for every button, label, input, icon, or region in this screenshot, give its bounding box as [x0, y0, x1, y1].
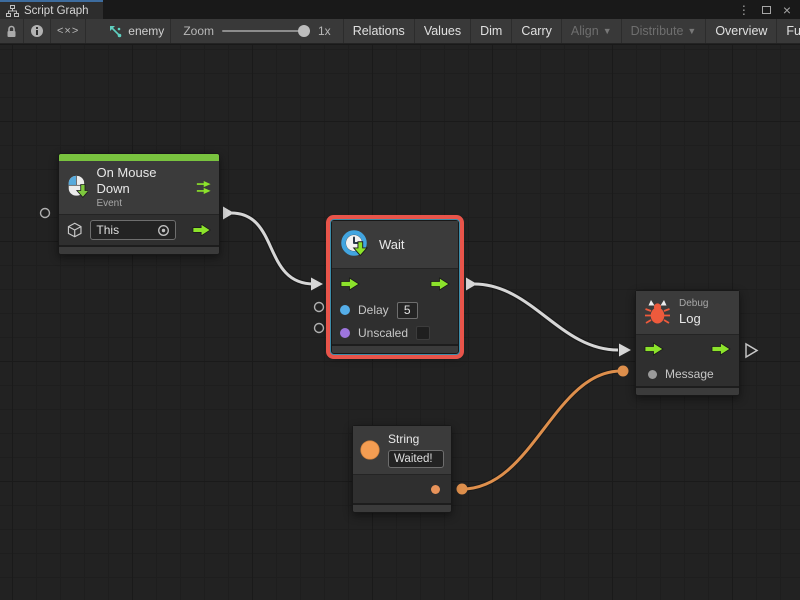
relations-button[interactable]: Relations	[344, 19, 415, 43]
node-title: On Mouse Down	[96, 165, 179, 198]
port-log-flow-output[interactable]	[746, 344, 757, 357]
wire-endpoint-dot	[618, 366, 629, 377]
delay-value-field[interactable]: 5	[397, 302, 418, 319]
node-subtitle: Event	[96, 198, 179, 211]
wire-endpoint-dot	[457, 484, 468, 495]
flow-input-arrow[interactable]	[340, 277, 360, 291]
chevron-down-icon: ▼	[603, 26, 612, 36]
inspect-toggle-button[interactable]: <×>	[51, 19, 86, 43]
maximize-icon[interactable]	[762, 6, 771, 14]
wire-string-to-message[interactable]	[457, 366, 629, 495]
toolbar-buttons: Relations Values Dim Carry Align▼ Distri…	[344, 19, 800, 43]
node-group-label: Debug	[679, 298, 708, 311]
string-literal-icon	[360, 436, 380, 464]
overview-button[interactable]: Overview	[706, 19, 777, 43]
carry-button[interactable]: Carry	[512, 19, 562, 43]
panel-menu-icon[interactable]: ⋮	[738, 4, 750, 16]
tab-title: Script Graph	[24, 5, 89, 17]
node-title: Wait	[379, 237, 405, 252]
string-value-field[interactable]: Waited!	[388, 450, 444, 468]
this-target-value: This	[96, 223, 119, 237]
event-trigger-icon	[196, 179, 211, 196]
port-this-input[interactable]	[41, 209, 50, 218]
zoom-value: 1x	[318, 24, 331, 38]
flow-input-arrow[interactable]	[644, 342, 664, 356]
node-title: Log	[679, 311, 708, 327]
node-on-mouse-down[interactable]: On Mouse Down Event This	[58, 153, 220, 255]
delay-port-dot[interactable]	[340, 305, 350, 315]
info-icon	[30, 24, 44, 38]
tab-bar: Script Graph ⋮ ×	[0, 0, 800, 19]
zoom-control: Zoom 1x	[171, 19, 343, 43]
lock-icon	[6, 25, 17, 38]
mouse-down-icon	[67, 173, 88, 202]
values-button[interactable]: Values	[415, 19, 471, 43]
graph-reference[interactable]: enemy	[86, 19, 171, 43]
node-footer	[59, 245, 219, 254]
port-label: Delay	[358, 303, 389, 317]
chevron-down-icon: ▼	[687, 26, 696, 36]
align-button[interactable]: Align▼	[562, 19, 622, 43]
flow-output-arrow[interactable]	[430, 277, 450, 291]
wire-source-triangle	[466, 278, 477, 291]
graph-name: enemy	[128, 24, 164, 38]
message-port-dot[interactable]	[648, 370, 657, 379]
node-string[interactable]: String Waited!	[352, 425, 452, 513]
flow-output-arrow[interactable]	[711, 342, 731, 356]
node-footer	[353, 503, 451, 512]
node-debug-log[interactable]: Debug Log Message	[635, 290, 740, 396]
node-wait[interactable]: Wait Delay 5 Unscaled	[331, 220, 459, 354]
flow-output-arrow[interactable]	[192, 223, 211, 237]
node-footer	[636, 386, 739, 395]
node-footer	[332, 344, 458, 353]
graph-reference-icon	[108, 24, 122, 38]
event-indicator-bar	[59, 154, 219, 161]
gameobject-cube-icon	[67, 222, 82, 238]
wire-arrowhead	[311, 278, 323, 291]
wire-wait-to-log[interactable]	[466, 278, 631, 357]
close-icon[interactable]: ×	[783, 3, 791, 17]
full-screen-button[interactable]: Full Screen	[777, 19, 800, 43]
inspect-label: <×>	[57, 25, 79, 37]
graph-toolbar: <×> enemy Zoom 1x Relations Values Dim C…	[0, 19, 800, 44]
this-target-field[interactable]: This	[90, 220, 175, 240]
script-graph-icon	[6, 5, 19, 17]
zoom-label: Zoom	[183, 24, 214, 38]
tab-script-graph[interactable]: Script Graph	[0, 0, 103, 19]
wire-arrowhead	[619, 344, 631, 357]
graph-canvas[interactable]: On Mouse Down Event This	[0, 45, 800, 600]
debug-bug-icon	[644, 299, 671, 325]
object-picker-icon[interactable]	[157, 224, 170, 237]
port-delay-input[interactable]	[315, 303, 324, 312]
string-output-port-dot[interactable]	[431, 485, 440, 494]
distribute-button[interactable]: Distribute▼	[622, 19, 707, 43]
script-graph-window: Script Graph ⋮ × <×>	[0, 0, 800, 600]
wire-on-mouse-down-to-wait[interactable]	[223, 207, 323, 291]
node-title: String	[388, 432, 444, 447]
port-label: Message	[665, 367, 714, 381]
zoom-slider-handle[interactable]	[298, 25, 310, 37]
unscaled-checkbox[interactable]	[416, 326, 430, 340]
zoom-slider[interactable]	[222, 30, 310, 32]
lock-button[interactable]	[0, 19, 24, 43]
unscaled-port-dot[interactable]	[340, 328, 350, 338]
window-controls: ⋮ ×	[738, 0, 800, 19]
wire-source-triangle	[223, 207, 234, 220]
port-label: Unscaled	[358, 326, 408, 340]
string-value: Waited!	[394, 452, 433, 466]
info-button[interactable]	[24, 19, 51, 43]
port-unscaled-input[interactable]	[315, 324, 324, 333]
dim-button[interactable]: Dim	[471, 19, 512, 43]
wait-clock-icon	[340, 229, 371, 260]
